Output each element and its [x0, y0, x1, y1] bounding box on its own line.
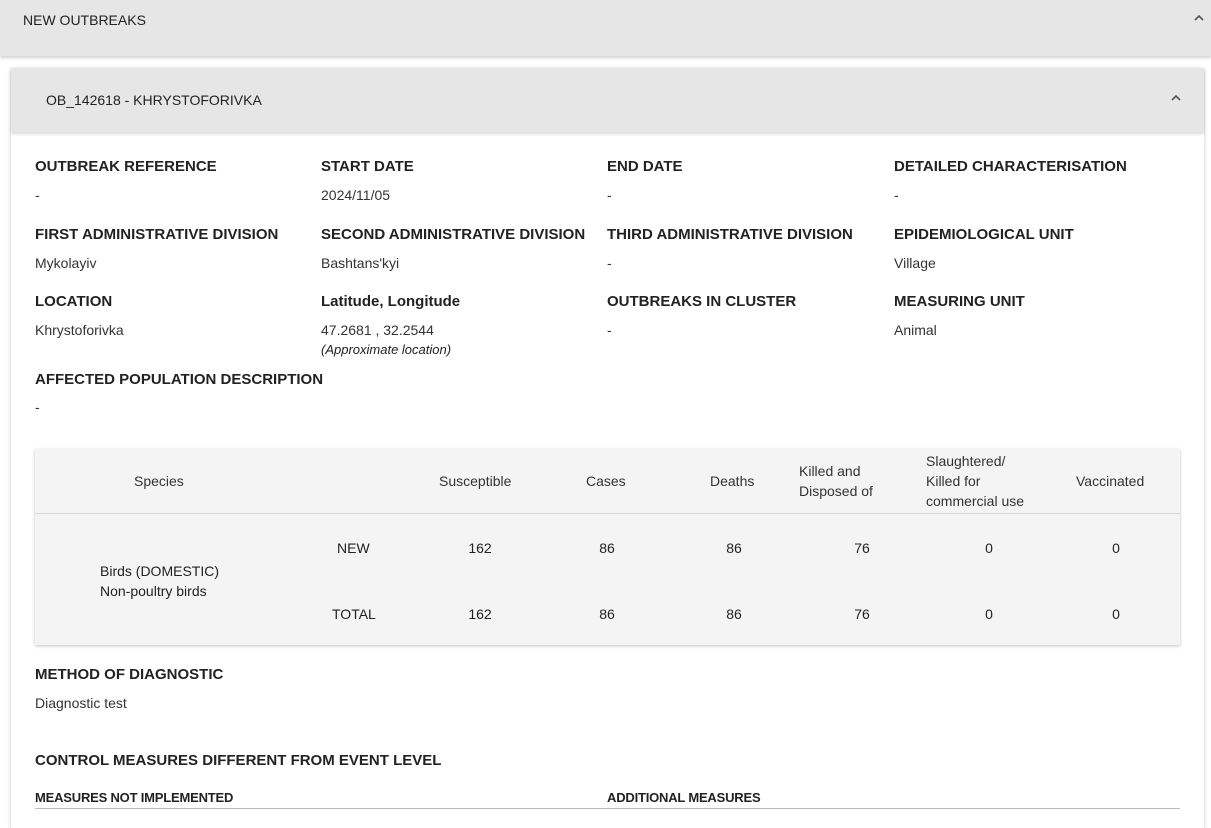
- cell-deaths: 86: [726, 606, 742, 622]
- cell-cases: 86: [599, 606, 615, 622]
- cell-slaughtered: 0: [985, 540, 993, 556]
- species-name-line1: Birds (DOMESTIC): [100, 563, 219, 579]
- measuring-unit-value: Animal: [894, 322, 937, 338]
- first-admin-label: FIRST ADMINISTRATIVE DIVISION: [35, 226, 279, 243]
- detailed-characterisation-value: -: [894, 187, 899, 203]
- start-date-value: 2024/11/05: [321, 187, 391, 203]
- species-name: Birds (DOMESTIC) Non-poultry birds: [100, 561, 219, 601]
- second-admin-value: Bashtans'kyi: [321, 255, 400, 271]
- row-label-total: TOTAL: [332, 606, 376, 622]
- header-killed-line1: Killed and: [799, 463, 861, 479]
- outbreak-card: OB_142618 - KHRYSTOFORIVKA: [11, 68, 1204, 828]
- header-susceptible: Susceptible: [439, 473, 512, 489]
- cell-susceptible: 162: [468, 540, 492, 556]
- species-name-line2: Non-poultry birds: [100, 583, 207, 599]
- start-date-label: START DATE: [321, 158, 414, 175]
- section-title: NEW OUTBREAKS: [23, 12, 146, 28]
- outbreak-reference-value: -: [35, 187, 40, 203]
- epi-unit-label: EPIDEMIOLOGICAL UNIT: [894, 226, 1074, 243]
- additional-measures-label: ADDITIONAL MEASURES: [607, 790, 761, 805]
- method-of-diagnostic-label: METHOD OF DIAGNOSTIC: [35, 666, 224, 683]
- affected-population-label: AFFECTED POPULATION DESCRIPTION: [35, 371, 324, 388]
- header-divider: [35, 513, 1180, 514]
- location-label: LOCATION: [35, 293, 113, 310]
- detailed-characterisation-label: DETAILED CHARACTERISATION: [894, 158, 1127, 175]
- header-slaughtered-line3: commercial use: [926, 493, 1025, 509]
- end-date-value: -: [607, 187, 612, 203]
- cell-vaccinated: 0: [1112, 606, 1120, 622]
- method-of-diagnostic-value: Diagnostic test: [35, 695, 127, 711]
- affected-population-value: -: [35, 399, 40, 415]
- header-slaughtered-line2: Killed for: [926, 473, 981, 489]
- cell-susceptible: 162: [468, 606, 492, 622]
- chevron-up-icon[interactable]: [1170, 92, 1182, 104]
- header-deaths: Deaths: [710, 473, 755, 489]
- second-admin-label: SECOND ADMINISTRATIVE DIVISION: [321, 226, 586, 243]
- end-date-label: END DATE: [607, 158, 683, 175]
- epi-unit-value: Village: [894, 255, 936, 271]
- header-species: Species: [134, 473, 184, 489]
- header-vaccinated: Vaccinated: [1076, 473, 1145, 489]
- third-admin-label: THIRD ADMINISTRATIVE DIVISION: [607, 226, 853, 243]
- lat-long-value: 47.2681 , 32.2544: [321, 322, 434, 338]
- chevron-up-icon[interactable]: [1193, 12, 1205, 24]
- outbreaks-in-cluster-label: OUTBREAKS IN CLUSTER: [607, 293, 797, 310]
- location-value: Khrystoforivka: [35, 322, 124, 338]
- outbreak-reference-label: OUTBREAK REFERENCE: [35, 158, 217, 175]
- cell-slaughtered: 0: [985, 606, 993, 622]
- first-admin-value: Mykolayiv: [35, 255, 97, 271]
- outbreaks-in-cluster-value: -: [607, 322, 612, 338]
- measures-not-implemented-label: MEASURES NOT IMPLEMENTED: [35, 790, 234, 805]
- measuring-unit-label: MEASURING UNIT: [894, 293, 1025, 310]
- cell-deaths: 86: [726, 540, 742, 556]
- cell-vaccinated: 0: [1112, 540, 1120, 556]
- cell-cases: 86: [599, 540, 615, 556]
- control-measures-title: CONTROL MEASURES DIFFERENT FROM EVENT LE…: [35, 752, 442, 769]
- header-cases: Cases: [586, 473, 626, 489]
- cell-killed: 76: [854, 540, 870, 556]
- cell-killed: 76: [854, 606, 870, 622]
- header-killed-line2: Disposed of: [799, 483, 873, 499]
- measures-divider: [35, 808, 1180, 809]
- approximate-location-note: (Approximate location): [321, 342, 452, 357]
- new-outbreaks-header[interactable]: NEW OUTBREAKS: [0, 0, 1211, 56]
- header-slaughtered-line1: Slaughtered/: [926, 453, 1006, 469]
- lat-long-label: Latitude, Longitude: [321, 293, 461, 310]
- outbreak-title: OB_142618 - KHRYSTOFORIVKA: [46, 92, 262, 108]
- third-admin-value: -: [607, 255, 612, 271]
- species-table: Species Susceptible Cases Deaths Killed …: [35, 449, 1180, 645]
- outbreak-card-header[interactable]: OB_142618 - KHRYSTOFORIVKA: [11, 68, 1204, 132]
- row-label-new: NEW: [337, 540, 370, 556]
